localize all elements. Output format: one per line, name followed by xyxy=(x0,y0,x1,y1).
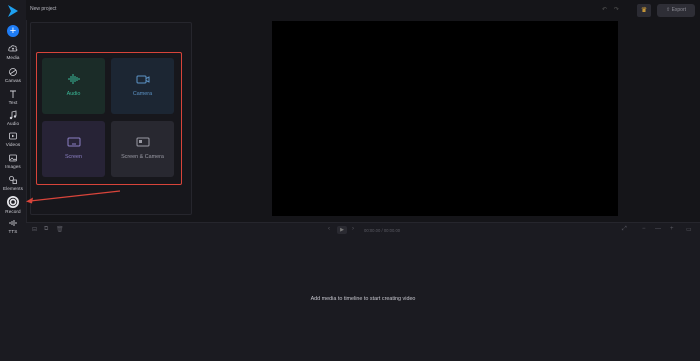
sidebar-item-label: Videos xyxy=(5,142,21,147)
timecode: 00:00.00 / 00:00.00 xyxy=(364,228,400,233)
timeline-toolbar xyxy=(26,222,700,239)
sidebar-item-images[interactable]: Images xyxy=(0,153,26,169)
audio-wave-icon xyxy=(68,74,79,84)
sidebar-item-label: Text xyxy=(8,100,18,105)
skip-back-icon[interactable]: ‹ xyxy=(328,226,330,232)
record-option-label: Screen & Camera xyxy=(121,154,164,160)
zoom-in-icon[interactable]: + xyxy=(670,226,674,232)
record-screen-button[interactable]: Screen xyxy=(42,121,105,177)
add-media-button[interactable]: + xyxy=(7,25,19,37)
canvas-icon xyxy=(9,68,17,76)
sidebar-item-label: Record xyxy=(5,209,21,214)
record-option-label: Camera xyxy=(132,91,153,97)
play-button[interactable]: ▶ xyxy=(337,226,347,234)
tts-icon xyxy=(9,220,17,226)
premium-crown-button[interactable]: ♛ xyxy=(637,4,651,17)
shapes-icon xyxy=(9,176,17,184)
top-bar xyxy=(26,0,700,20)
total-time: 00:00.00 xyxy=(383,228,401,233)
video-icon xyxy=(9,132,17,140)
sidebar-item-audio[interactable]: Audio xyxy=(0,110,26,126)
zoom-out-icon[interactable]: − xyxy=(642,226,646,232)
sidebar-item-canvas[interactable]: Canvas xyxy=(0,67,26,83)
record-option-label: Screen xyxy=(64,154,83,160)
text-icon xyxy=(10,90,16,98)
record-screen-camera-button[interactable]: Screen & Camera xyxy=(111,121,174,177)
image-icon xyxy=(9,154,17,162)
sidebar-item-media[interactable]: Media xyxy=(0,44,26,60)
skip-forward-icon[interactable]: › xyxy=(352,226,354,232)
annotation-arrow xyxy=(26,190,121,204)
app-logo-icon[interactable] xyxy=(6,4,20,18)
sidebar-item-label: Media xyxy=(6,55,20,60)
timeline-empty-message: Add media to timeline to start creating … xyxy=(310,296,416,302)
music-note-icon xyxy=(9,110,17,120)
zoom-slider[interactable]: — xyxy=(655,226,661,232)
timeline-settings-icon[interactable]: ▭ xyxy=(686,226,692,233)
undo-icon[interactable]: ↶ xyxy=(602,6,607,13)
export-label: Export xyxy=(671,7,687,13)
export-icon: ⇧ xyxy=(665,7,671,13)
record-option-label: Audio xyxy=(66,91,81,97)
current-time: 00:00.00 xyxy=(364,228,381,233)
sidebar-item-tts[interactable]: TTS xyxy=(0,218,26,234)
export-button[interactable]: ⇧ Export xyxy=(657,4,695,17)
record-icon xyxy=(7,196,19,208)
sidebar-item-text[interactable]: Text xyxy=(0,89,26,105)
project-title[interactable]: New project xyxy=(30,6,56,12)
duplicate-icon[interactable]: ⧉ xyxy=(44,226,48,233)
fit-timeline-icon[interactable]: ⤢ xyxy=(622,226,627,233)
sidebar-item-label: Audio xyxy=(6,121,20,126)
screen-icon xyxy=(67,137,80,147)
sidebar-item-videos[interactable]: Videos xyxy=(0,131,26,147)
split-icon[interactable]: ⊟ xyxy=(32,226,37,233)
sidebar-item-label: TTS xyxy=(8,229,18,234)
screen-camera-icon xyxy=(136,137,149,147)
record-audio-button[interactable]: Audio xyxy=(42,58,105,114)
delete-icon[interactable]: 🗑 xyxy=(56,226,64,233)
camera-icon xyxy=(136,75,149,84)
record-camera-button[interactable]: Camera xyxy=(111,58,174,114)
sidebar-item-label: Canvas xyxy=(4,78,22,83)
video-preview-canvas[interactable] xyxy=(272,21,618,216)
redo-icon[interactable]: ↷ xyxy=(614,6,619,13)
cloud-upload-icon xyxy=(8,45,18,52)
sidebar-item-label: Images xyxy=(5,164,21,169)
